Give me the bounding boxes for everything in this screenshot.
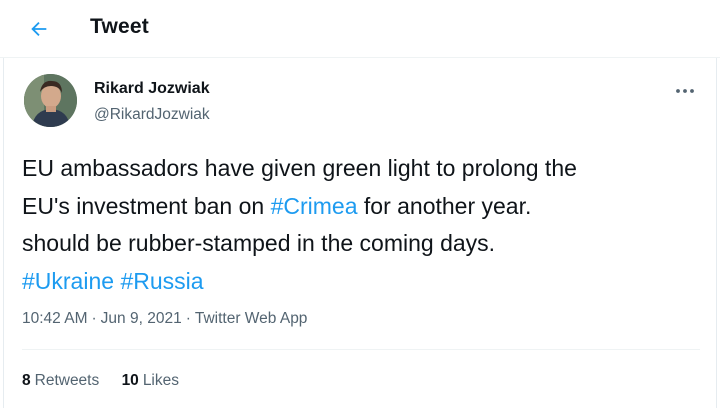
tweet-text: EU ambassadors have given green light to… [22,150,702,300]
more-button[interactable] [670,80,700,102]
likes-stat[interactable]: 10 Likes [122,372,179,390]
tweet-text-line-2: EU's investment ban on #Crimea for anoth… [22,188,702,226]
tweet-time[interactable]: 10:42 AM [22,310,88,327]
tweet-text-line-3: should be rubber-stamped in the coming d… [22,230,496,256]
tweet-source[interactable]: Twitter Web App [195,310,308,327]
avatar[interactable] [24,74,77,127]
profile-photo [24,74,77,127]
tweet-header: Tweet [0,0,720,58]
tweet-date[interactable]: Jun 9, 2021 [101,310,182,327]
separator-dot: · [185,310,191,327]
author-handle[interactable]: @RikardJozwiak [94,106,210,124]
author-name[interactable]: Rikard Jozwiak [94,80,210,98]
tweet-text-line-1: EU ambassadors have given green light to… [22,155,577,181]
back-button[interactable] [22,12,56,46]
hashtag-russia[interactable]: #Russia [120,268,203,294]
retweets-label: Retweets [34,372,100,389]
hashtag-crimea[interactable]: #Crimea [271,193,358,219]
tweet-text-segment: for another year. [357,192,532,219]
arrow-left-icon [31,21,47,37]
tweet-text-line-4: #Ukraine #Russia [22,263,702,301]
tweet-metadata: 10:42 AM · Jun 9, 2021 · Twitter Web App [22,310,307,328]
separator-dot: · [91,310,97,327]
retweets-count: 8 [22,372,31,389]
likes-count: 10 [121,372,139,389]
tweet-stats: 8 Retweets 10 Likes [22,372,197,390]
retweets-stat[interactable]: 8 Retweets [22,372,99,390]
hashtag-ukraine[interactable]: #Ukraine [22,268,114,294]
more-icon [676,89,694,93]
tweet-text-segment: EU's investment ban on [22,192,271,219]
likes-label: Likes [142,372,179,389]
page-title: Tweet [90,15,149,38]
divider [22,349,700,350]
